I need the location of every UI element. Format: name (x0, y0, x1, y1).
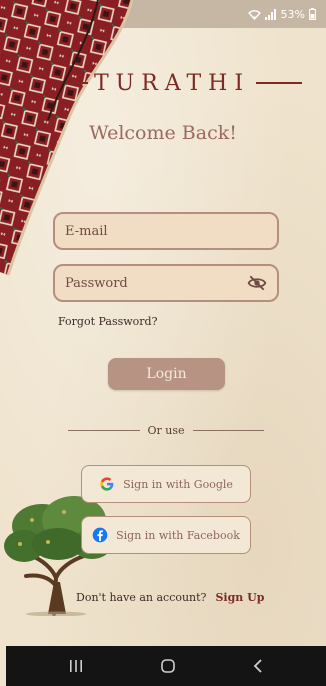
divider-line-right (192, 429, 265, 431)
email-input[interactable] (65, 223, 267, 239)
password-field-container (53, 264, 279, 302)
or-divider: Or use (68, 423, 265, 437)
brand-line-left (70, 82, 88, 84)
google-icon (100, 477, 114, 491)
login-button[interactable]: Login (108, 358, 225, 390)
email-field-container (53, 212, 279, 250)
facebook-icon (92, 527, 108, 543)
status-bar: 19:58 53% (0, 0, 326, 28)
facebook-signin-label: Sign in with Facebook (116, 528, 240, 542)
signal-icon (264, 8, 276, 20)
facebook-signin-button[interactable]: Sign in with Facebook (81, 516, 251, 554)
divider-label: Or use (147, 423, 185, 437)
battery-percentage: 53% (280, 7, 305, 21)
signup-link[interactable]: Sign Up (215, 591, 264, 604)
forgot-password-link[interactable]: Forgot Password? (58, 315, 157, 328)
google-signin-label: Sign in with Google (123, 477, 233, 491)
google-signin-button[interactable]: Sign in with Google (81, 465, 251, 503)
recent-apps-icon[interactable] (68, 659, 84, 673)
wifi-icon (247, 9, 261, 20)
home-icon[interactable] (160, 658, 176, 674)
status-icons: 53% (247, 7, 316, 21)
carpet-decoration (0, 0, 134, 276)
back-icon[interactable] (252, 659, 264, 673)
eye-off-icon[interactable] (247, 273, 267, 293)
system-nav-bar (6, 646, 326, 686)
brand-header: TURATHI (70, 70, 326, 96)
signup-prompt: Don't have an account? (76, 591, 207, 604)
brand-logo-text: TURATHI (94, 70, 251, 96)
signup-row: Don't have an account? Sign Up (76, 591, 264, 604)
welcome-heading: Welcome Back! (89, 122, 237, 144)
battery-icon (309, 8, 316, 20)
login-screen: 19:58 53% TURATHI Welcome Back! E-mail F… (0, 0, 326, 686)
status-time: 19:58 (18, 7, 50, 21)
brand-line-right (256, 82, 303, 84)
divider-line-left (68, 429, 140, 431)
password-input[interactable] (65, 275, 247, 291)
